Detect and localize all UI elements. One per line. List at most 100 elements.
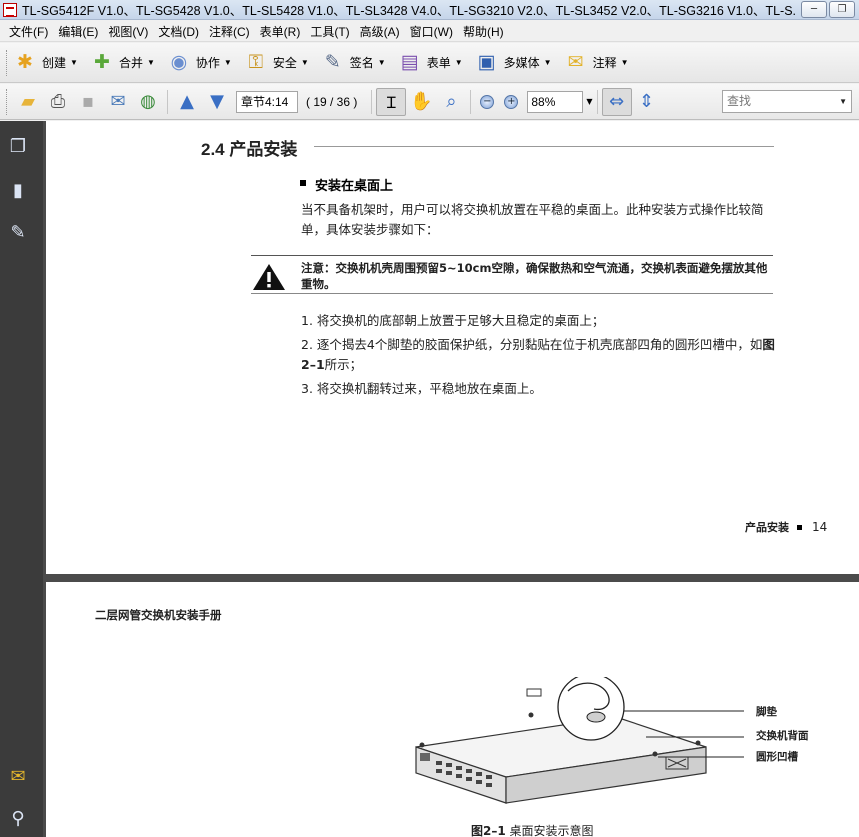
create-icon: ✱ [17, 52, 33, 73]
attachments-icon[interactable]: ⚲ [7, 807, 29, 829]
footer-square [797, 525, 802, 530]
pdf-page-19: 2.4 产品安装 安装在桌面上 当不具备机架时，用户可以将交换机放置在平稳的桌面… [46, 121, 859, 574]
step-2-text: 2. 逐个揭去4个脚垫的胶面保护纸，分别黏贴在位于机壳底部四角的圆形凹槽中，如 [301, 337, 763, 352]
note-text: 注意：交换机机壳周围预留5~10cm空隙，确保散热和空气流通，交换机表面避免摆放… [301, 261, 768, 291]
create-label: 创建 [42, 56, 67, 70]
search-input[interactable]: 查找 ▼ [722, 90, 852, 113]
pdf-app-icon [3, 2, 17, 17]
pen-icon: ✎ [324, 52, 341, 73]
restore-button[interactable]: ❐ [829, 1, 855, 18]
collaborate-label: 协作 [195, 56, 220, 70]
toolbar-grip[interactable] [6, 88, 9, 115]
step-3: 3. 将交换机翻转过来，平稳地放在桌面上。 [301, 381, 542, 396]
warning-icon [253, 264, 285, 290]
footer-label: 产品安装 [745, 521, 789, 534]
pages-icon[interactable]: ❐ [7, 135, 29, 157]
chevron-down-icon: ▼ [70, 58, 78, 67]
globe-icon[interactable]: ◍ [133, 88, 163, 116]
signatures-icon[interactable]: ✎ [7, 221, 29, 243]
menu-forms[interactable]: 表单(R) [255, 23, 306, 40]
save-icon[interactable]: ▪ [73, 88, 103, 116]
page-count: ( 19 / 36 ) [306, 94, 358, 109]
section-rule [314, 146, 774, 147]
navigation-toolbar: ▰ ⎙ ▪ ✉ ◍ ▲ ▼ 章节4:14 ( 19 / 36 ) Ɪ ✋ ⌕ −… [0, 84, 859, 120]
combine-button[interactable]: ✚ 合并 ▼ [90, 51, 155, 75]
title-bar: TL-SG5412F V1.0、TL-SG5428 V1.0、TL-SL5428… [0, 0, 859, 20]
step-1: 1. 将交换机的底部朝上放置于足够大且稳定的桌面上； [301, 313, 605, 328]
toolbar-grip[interactable] [6, 49, 9, 76]
form-icon: ▤ [400, 52, 419, 73]
toolbar-separator [167, 89, 168, 114]
combine-label: 合并 [118, 56, 143, 70]
forms-button[interactable]: ▤ 表单 ▼ [398, 51, 463, 75]
window-title: TL-SG5412F V1.0、TL-SG5428 V1.0、TL-SL5428… [22, 4, 797, 18]
comments-icon[interactable]: ✉ [7, 765, 29, 787]
zoom-value: 88% [531, 94, 556, 109]
bookmarks-icon[interactable]: ▮ [7, 179, 29, 201]
comment-label: 注释 [592, 56, 617, 70]
create-button[interactable]: ✱ 创建 ▼ [13, 51, 78, 75]
menu-tools[interactable]: 工具(T) [305, 23, 354, 40]
hand-tool-icon[interactable]: ✋ [406, 88, 436, 116]
sign-button[interactable]: ✎ 签名 ▼ [321, 51, 386, 75]
sign-label: 签名 [349, 56, 374, 70]
menu-document[interactable]: 文档(D) [153, 23, 204, 40]
email-icon[interactable]: ✉ [103, 88, 133, 116]
previous-page-icon[interactable]: ▲ [172, 88, 202, 116]
chevron-down-icon[interactable]: ▼ [586, 97, 592, 106]
callout-round-groove: 圆形凹槽 [756, 751, 798, 763]
fit-page-icon[interactable]: ⇕ [632, 88, 662, 116]
menu-file[interactable]: 文件(F) [4, 23, 53, 40]
combine-icon: ✚ [93, 52, 110, 73]
zoom-out-icon[interactable]: − [480, 94, 495, 109]
open-folder-icon[interactable]: ▰ [13, 88, 43, 116]
zoom-in-icon[interactable]: + [504, 94, 519, 109]
callout-switch-back: 交换机背面 [756, 730, 809, 742]
note-rule-top [251, 255, 773, 256]
fit-width-icon[interactable]: ⇔ [601, 87, 632, 116]
comment-button[interactable]: ✉ 注释 ▼ [564, 51, 629, 75]
menu-window[interactable]: 窗口(W) [405, 23, 458, 40]
menu-help[interactable]: 帮助(H) [458, 23, 509, 40]
zoom-tool-icon[interactable]: ⌕ [436, 88, 466, 116]
security-button[interactable]: ⚿ 安全 ▼ [244, 51, 309, 75]
menu-comments[interactable]: 注释(C) [204, 23, 255, 40]
chevron-down-icon: ▼ [223, 58, 232, 67]
comment-icon: ✉ [567, 52, 584, 73]
navigation-panel: ❐ ▮ ✎ ✉ ⚲ [0, 121, 43, 837]
minimize-button[interactable]: ─ [801, 1, 827, 18]
figure-caption-text: 桌面安装示意图 [505, 824, 594, 837]
print-icon[interactable]: ⎙ [43, 88, 73, 116]
chevron-down-icon[interactable]: ▼ [839, 91, 847, 112]
menu-view[interactable]: 视图(V) [103, 23, 153, 40]
chevron-down-icon: ▼ [300, 58, 309, 67]
document-view[interactable]: 2.4 产品安装 安装在桌面上 当不具备机架时，用户可以将交换机放置在平稳的桌面… [43, 121, 859, 837]
multimedia-button[interactable]: ▣ 多媒体 ▼ [475, 51, 552, 75]
security-label: 安全 [272, 56, 297, 70]
intro-paragraph: 当不具备机架时，用户可以将交换机放置在平稳的桌面上。此种安装方式操作比较简单，具… [301, 202, 764, 237]
page-header: 二层网管交换机安装手册 [95, 608, 222, 622]
switch-illustration [415, 677, 744, 804]
toolbar-separator [470, 89, 472, 114]
figure-caption: 图2–1 桌面安装示意图 [471, 822, 594, 837]
lock-icon: ⚿ [248, 51, 264, 73]
toolbar-separator [371, 89, 373, 114]
menu-bar: 文件(F) 编辑(E) 视图(V) 文档(D) 注释(C) 表单(R) 工具(T… [0, 21, 859, 42]
callout-foot-pad: 脚垫 [756, 706, 777, 718]
subsection-title: 安装在桌面上 [315, 178, 394, 193]
collaborate-button[interactable]: ◉ 协作 ▼ [167, 51, 232, 75]
collaborate-icon: ◉ [170, 52, 188, 73]
page-number-input[interactable]: 章节4:14 [236, 90, 298, 113]
chevron-down-icon: ▼ [620, 58, 629, 67]
figure-number: 图2–1 [471, 824, 506, 837]
menu-edit[interactable]: 编辑(E) [53, 23, 103, 40]
footer-page-number: 14 [812, 520, 828, 534]
next-page-icon[interactable]: ▼ [202, 88, 232, 116]
menu-advanced[interactable]: 高级(A) [355, 23, 405, 40]
step-2-suffix: 所示； [324, 357, 363, 372]
chevron-down-icon: ▼ [377, 58, 386, 67]
select-text-icon[interactable]: Ɪ [376, 87, 407, 116]
multimedia-label: 多媒体 [503, 56, 540, 70]
zoom-level-select[interactable]: 88% [527, 90, 584, 113]
multimedia-icon: ▣ [477, 52, 496, 73]
